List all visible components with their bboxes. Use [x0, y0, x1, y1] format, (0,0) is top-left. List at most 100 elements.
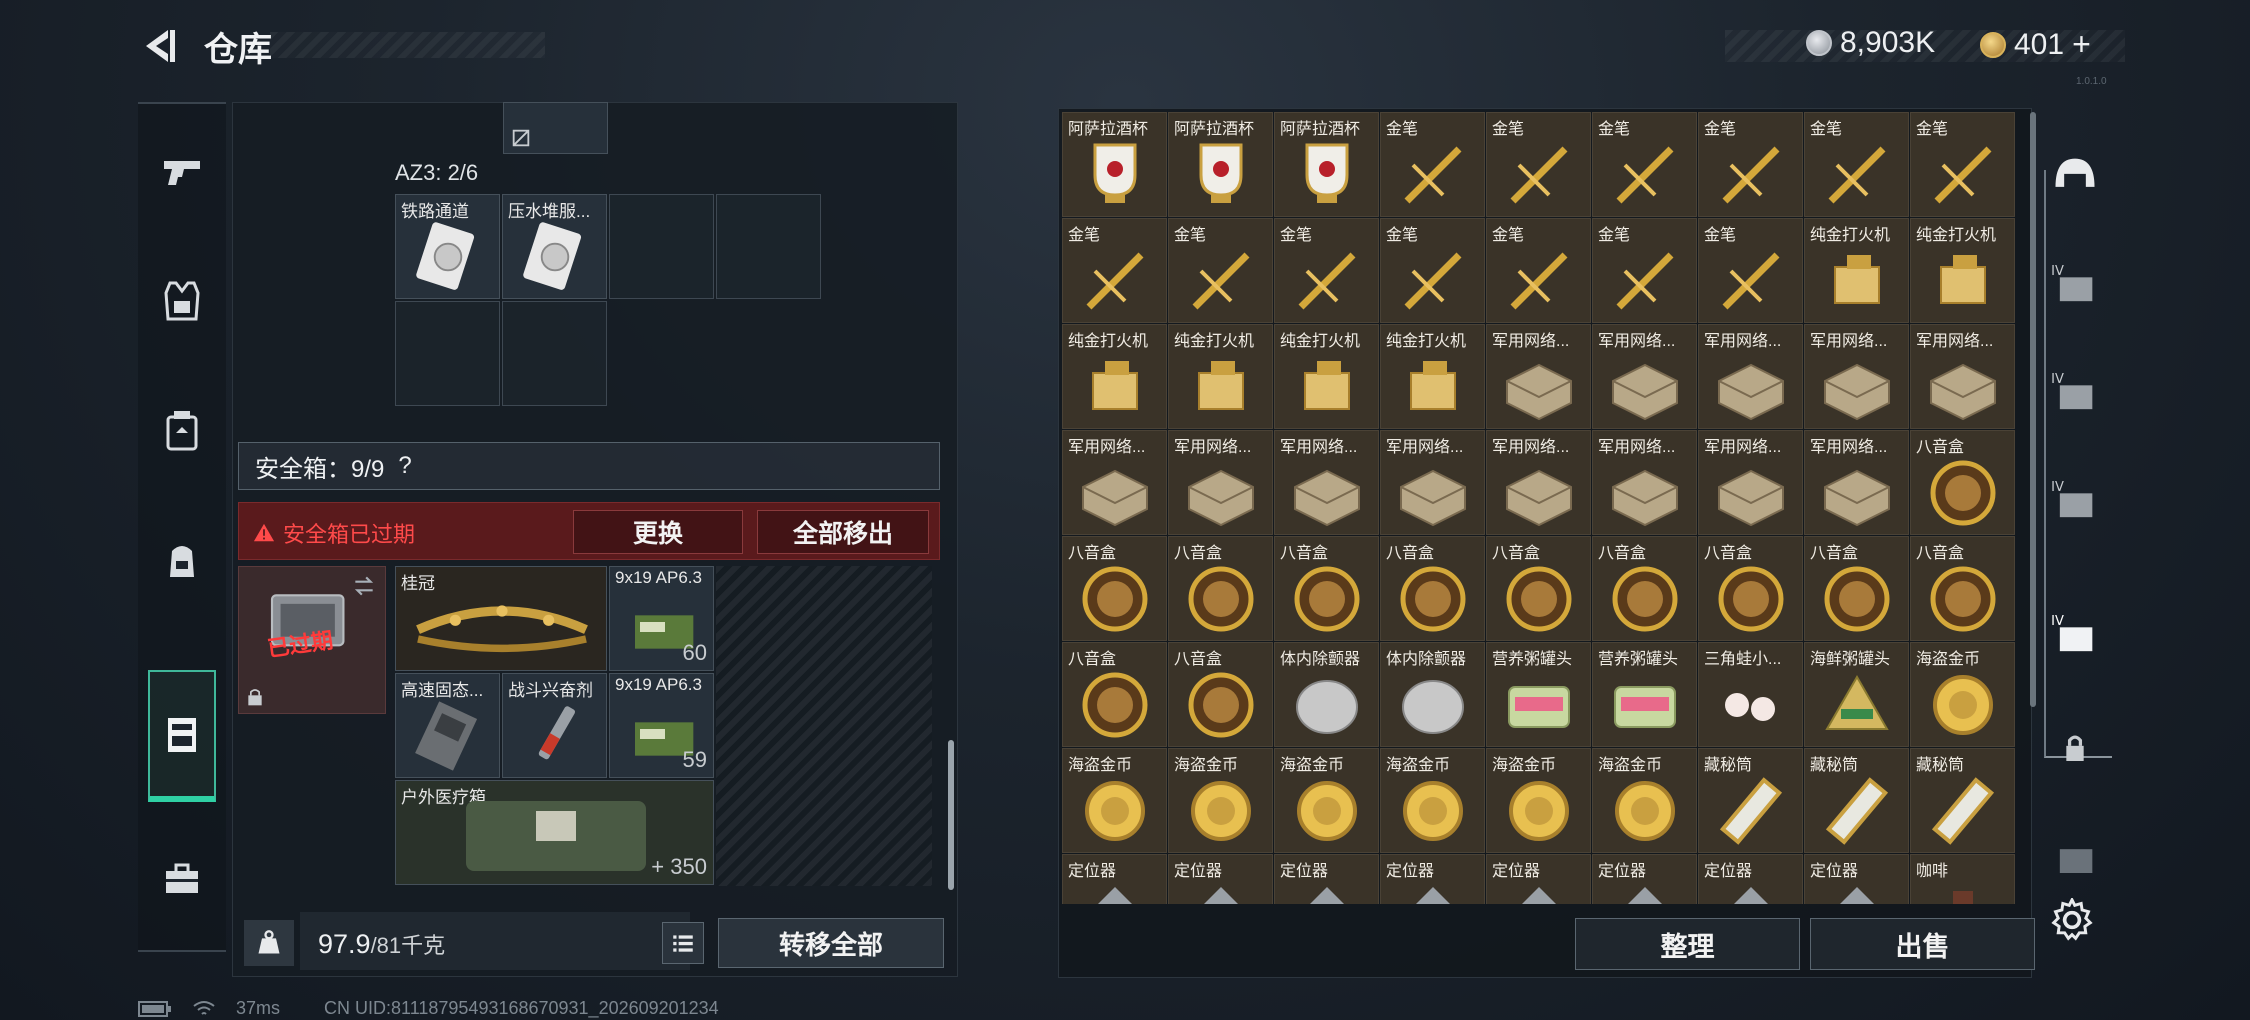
- partial-item-slot[interactable]: [503, 102, 608, 154]
- nav-case[interactable]: [138, 824, 226, 934]
- stash-item[interactable]: 军用网络...: [1486, 430, 1591, 535]
- empty-slot[interactable]: [609, 194, 714, 299]
- transfer-all-button[interactable]: 转移全部: [718, 918, 944, 968]
- stash-item[interactable]: 金笔: [1486, 218, 1591, 323]
- sort-button[interactable]: 整理: [1575, 918, 1800, 970]
- list-view-button[interactable]: [662, 922, 704, 964]
- rnav-container-5[interactable]: [2040, 812, 2110, 908]
- stash-item[interactable]: 纯金打火机: [1380, 324, 1485, 429]
- stash-item[interactable]: 定位器: [1592, 854, 1697, 904]
- left-scrollbar[interactable]: [948, 740, 954, 890]
- silver-currency[interactable]: 8,903K: [1806, 26, 1935, 60]
- stash-item[interactable]: 金笔: [1380, 112, 1485, 217]
- stash-item[interactable]: 军用网络...: [1910, 324, 2015, 429]
- stash-item[interactable]: 藏秘筒: [1910, 748, 2015, 853]
- stash-item[interactable]: 八音盒: [1168, 536, 1273, 641]
- nav-armor[interactable]: [138, 246, 226, 356]
- replace-button[interactable]: 更换: [573, 510, 743, 554]
- stash-item[interactable]: 金笔: [1698, 218, 1803, 323]
- stash-item[interactable]: 定位器: [1062, 854, 1167, 904]
- safebox-item[interactable]: 9x19 AP6.3 60: [609, 566, 714, 671]
- settings-button[interactable]: [2050, 896, 2094, 942]
- stash-item[interactable]: 金笔: [1486, 112, 1591, 217]
- stash-item[interactable]: 金笔: [1910, 112, 2015, 217]
- stash-item[interactable]: 军用网络...: [1486, 324, 1591, 429]
- stash-item[interactable]: 纯金打火机: [1168, 324, 1273, 429]
- az3-item[interactable]: 压水堆服...: [502, 194, 607, 299]
- stash-item[interactable]: 定位器: [1168, 854, 1273, 904]
- gold-plus-button[interactable]: +: [2072, 26, 2091, 63]
- stash-item[interactable]: 军用网络...: [1380, 430, 1485, 535]
- stash-scrollbar[interactable]: [2030, 112, 2036, 707]
- rnav-container-1[interactable]: IV: [2040, 238, 2110, 334]
- stash-item[interactable]: 纯金打火机: [1910, 218, 2015, 323]
- stash-item[interactable]: 军用网络...: [1592, 430, 1697, 535]
- stash-item[interactable]: 体内除颤器: [1274, 642, 1379, 747]
- stash-item[interactable]: 军用网络...: [1062, 430, 1167, 535]
- az3-item[interactable]: 铁路通道: [395, 194, 500, 299]
- stash-item[interactable]: 海盗金币: [1062, 748, 1167, 853]
- stash-item[interactable]: 八音盒: [1592, 536, 1697, 641]
- empty-slot[interactable]: [395, 301, 500, 406]
- stash-item[interactable]: 海盗金币: [1380, 748, 1485, 853]
- stash-item[interactable]: 阿萨拉酒杯: [1274, 112, 1379, 217]
- swap-icon[interactable]: [351, 573, 377, 599]
- stash-item[interactable]: 八音盒: [1274, 536, 1379, 641]
- stash-item[interactable]: 海盗金币: [1910, 642, 2015, 747]
- stash-item[interactable]: 军用网络...: [1804, 430, 1909, 535]
- stash-item[interactable]: 定位器: [1380, 854, 1485, 904]
- stash-item[interactable]: 定位器: [1274, 854, 1379, 904]
- stash-item[interactable]: 八音盒: [1062, 642, 1167, 747]
- stash-item[interactable]: 营养粥罐头: [1592, 642, 1697, 747]
- stash-item[interactable]: 海盗金币: [1592, 748, 1697, 853]
- safebox-item[interactable]: 高速固态...: [395, 673, 500, 778]
- stash-item[interactable]: 营养粥罐头: [1486, 642, 1591, 747]
- rnav-locked[interactable]: [2040, 700, 2110, 796]
- stash-item[interactable]: 军用网络...: [1168, 430, 1273, 535]
- stash-item[interactable]: 八音盒: [1910, 536, 2015, 641]
- safebox-item[interactable]: 桂冠: [395, 566, 607, 671]
- stash-item[interactable]: 八音盒: [1698, 536, 1803, 641]
- stash-item[interactable]: 海盗金币: [1274, 748, 1379, 853]
- nav-safebox[interactable]: [148, 670, 216, 802]
- stash-item[interactable]: 海盗金币: [1486, 748, 1591, 853]
- stash-item[interactable]: 金笔: [1804, 112, 1909, 217]
- stash-item[interactable]: 定位器: [1804, 854, 1909, 904]
- empty-slot[interactable]: [716, 194, 821, 299]
- stash-item[interactable]: 金笔: [1274, 218, 1379, 323]
- stash-item[interactable]: 军用网络...: [1274, 430, 1379, 535]
- rnav-container-2[interactable]: IV: [2040, 346, 2110, 442]
- stash-item[interactable]: 八音盒: [1910, 430, 2015, 535]
- stash-item[interactable]: 金笔: [1062, 218, 1167, 323]
- help-icon[interactable]: ?: [398, 452, 411, 480]
- stash-item[interactable]: 咖啡: [1910, 854, 2015, 904]
- rnav-helmet[interactable]: [2040, 128, 2110, 224]
- stash-item[interactable]: 军用网络...: [1592, 324, 1697, 429]
- safebox-item[interactable]: 9x19 AP6.3 59: [609, 673, 714, 778]
- stash-item[interactable]: 金笔: [1698, 112, 1803, 217]
- stash-item[interactable]: 定位器: [1486, 854, 1591, 904]
- stash-item[interactable]: 军用网络...: [1698, 430, 1803, 535]
- stash-item[interactable]: 八音盒: [1486, 536, 1591, 641]
- empty-slot[interactable]: [502, 301, 607, 406]
- stash-item[interactable]: 八音盒: [1804, 536, 1909, 641]
- stash-item[interactable]: 纯金打火机: [1062, 324, 1167, 429]
- stash-item[interactable]: 三角蛙小...: [1698, 642, 1803, 747]
- safebox-equipped-slot[interactable]: 已过期: [238, 566, 386, 714]
- stash-item[interactable]: 藏秘筒: [1698, 748, 1803, 853]
- nav-backpack[interactable]: [138, 506, 226, 616]
- nav-chest-rig[interactable]: [138, 376, 226, 486]
- stash-item[interactable]: 八音盒: [1168, 642, 1273, 747]
- stash-item[interactable]: 体内除颤器: [1380, 642, 1485, 747]
- stash-item[interactable]: 金笔: [1592, 112, 1697, 217]
- stash-item[interactable]: 军用网络...: [1804, 324, 1909, 429]
- nav-weapon[interactable]: [138, 116, 226, 226]
- sell-button[interactable]: 出售: [1810, 918, 2035, 970]
- stash-item[interactable]: 军用网络...: [1698, 324, 1803, 429]
- stash-item[interactable]: 海盗金币: [1168, 748, 1273, 853]
- stash-item[interactable]: 金笔: [1380, 218, 1485, 323]
- stash-item[interactable]: 金笔: [1168, 218, 1273, 323]
- stash-item[interactable]: 海鲜粥罐头: [1804, 642, 1909, 747]
- gold-currency[interactable]: 401 +: [1980, 26, 2091, 63]
- stash-item[interactable]: 阿萨拉酒杯: [1168, 112, 1273, 217]
